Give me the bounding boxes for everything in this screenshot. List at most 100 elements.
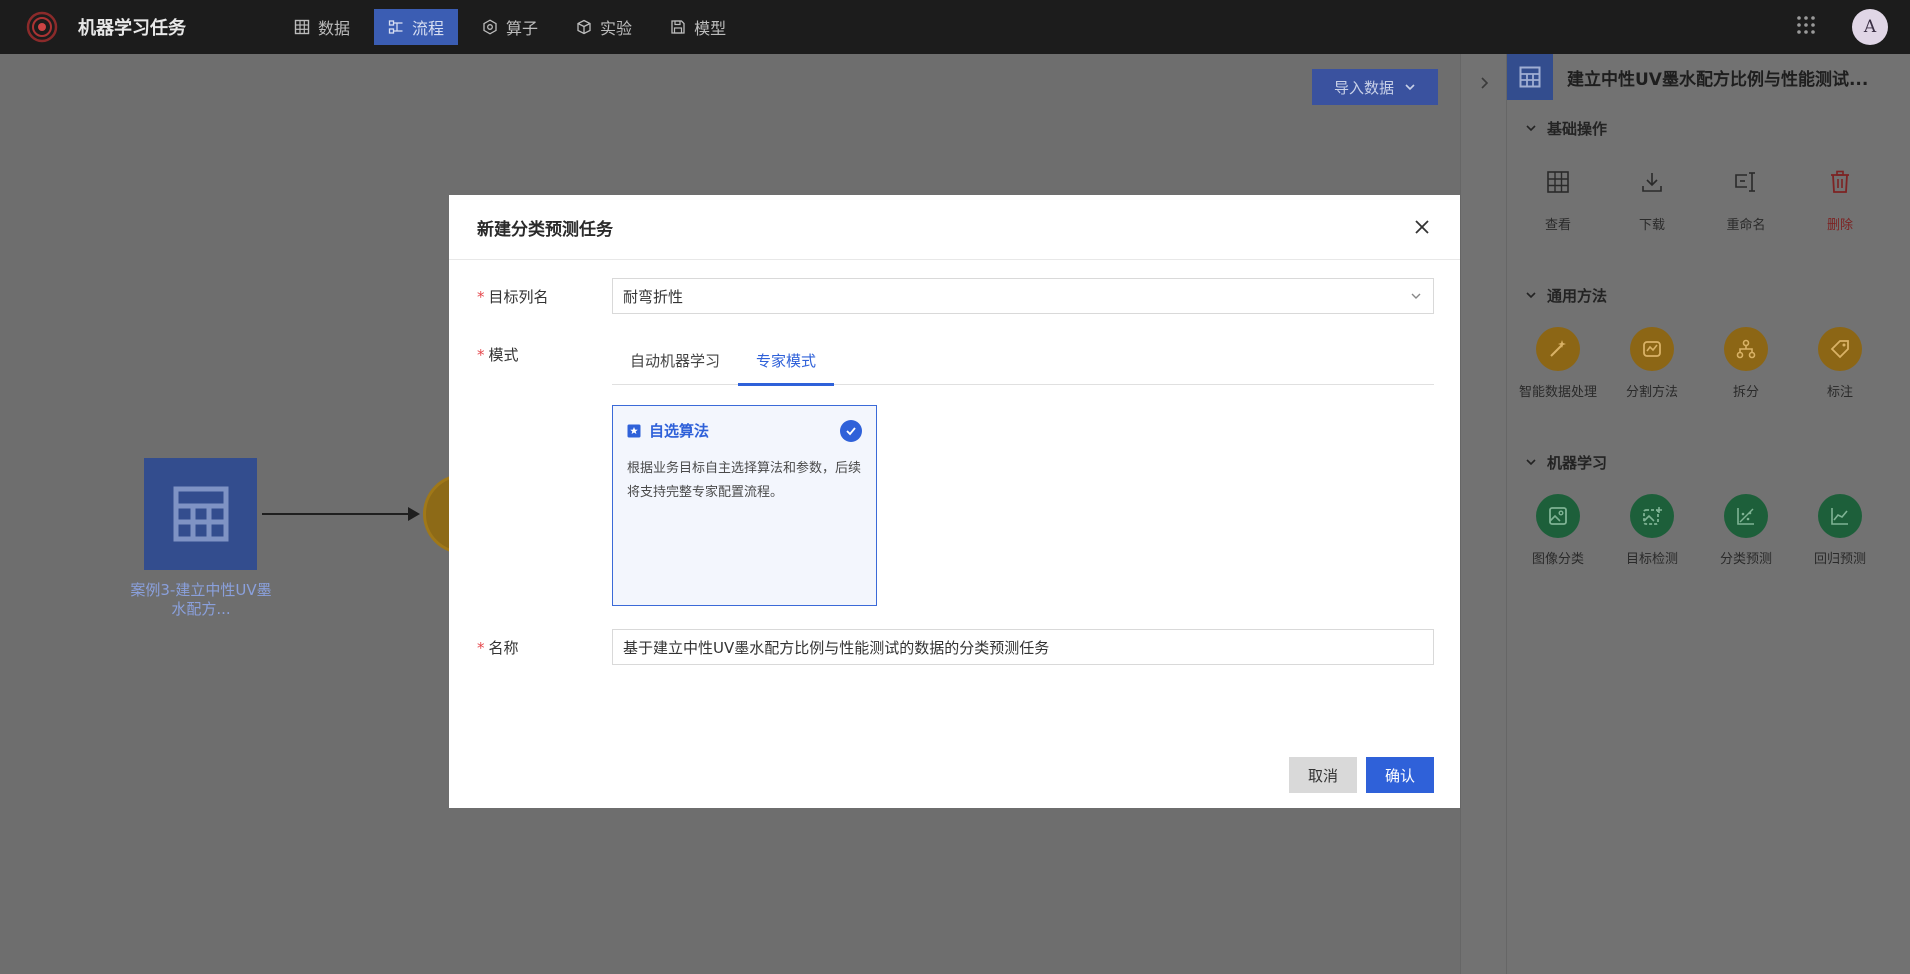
download-button[interactable]: 下载 — [1605, 160, 1699, 233]
confirm-button[interactable]: 确认 — [1366, 757, 1434, 793]
nav-item-operators[interactable]: 算子 — [468, 9, 552, 45]
nav-item-label: 流程 — [412, 19, 445, 38]
table-icon — [1536, 160, 1580, 204]
section-general-methods: 通用方法 智能数据处理 分割方法 拆分 标注 — [1519, 283, 1905, 400]
name-label: * 名称 — [477, 639, 519, 657]
dataset-node-label: 案例3-建立中性UV墨水配方... — [130, 581, 272, 618]
action-label: 目标检测 — [1625, 552, 1678, 567]
view-button[interactable]: 查看 — [1511, 160, 1605, 233]
section-header[interactable]: 基础操作 — [1525, 116, 1905, 140]
split-button[interactable]: 拆分 — [1699, 327, 1793, 400]
action-label: 删除 — [1826, 218, 1853, 233]
target-column-select[interactable]: 耐弯折性 — [612, 278, 1434, 314]
regression-prediction-button[interactable]: 回归预测 — [1793, 494, 1887, 567]
action-label: 拆分 — [1732, 385, 1759, 400]
table-icon — [294, 19, 310, 35]
action-label: 分割方法 — [1625, 385, 1678, 400]
import-data-label: 导入数据 — [1333, 78, 1394, 97]
nav-item-label: 数据 — [318, 19, 351, 38]
target-column-label: * 目标列名 — [477, 288, 549, 306]
required-mark: * — [477, 346, 485, 364]
line-chart-icon — [1818, 494, 1862, 538]
target-column-value: 耐弯折性 — [623, 287, 684, 306]
right-panel: 建立中性UV墨水配方比例与性能测试... 基础操作 查看 下载 重命名 删除 通… — [1460, 54, 1910, 974]
magic-wand-icon — [1536, 327, 1580, 371]
rename-button[interactable]: 重命名 — [1699, 160, 1793, 233]
action-label: 回归预测 — [1813, 552, 1866, 567]
panel-title: 建立中性UV墨水配方比例与性能测试... — [1567, 69, 1869, 90]
segmentation-method-button[interactable]: 分割方法 — [1605, 327, 1699, 400]
smart-data-processing-button[interactable]: 智能数据处理 — [1511, 327, 1605, 400]
modal-header: 新建分类预测任务 — [449, 195, 1460, 260]
tab-automl[interactable]: 自动机器学习 — [612, 335, 738, 385]
top-right-tools: A — [1796, 0, 1910, 54]
card-title: 自选算法 — [649, 422, 710, 440]
card-header: 自选算法 — [627, 420, 862, 441]
required-mark: * — [477, 639, 485, 657]
chevron-down-icon — [1526, 292, 1536, 299]
chevron-down-icon — [1526, 125, 1536, 132]
nav-item-flow[interactable]: 流程 — [374, 9, 459, 45]
action-label: 图像分类 — [1531, 552, 1584, 567]
action-label: 分类预测 — [1719, 552, 1772, 567]
action-label: 查看 — [1544, 218, 1571, 233]
annotate-button[interactable]: 标注 — [1793, 327, 1887, 400]
task-name-input[interactable] — [612, 629, 1434, 665]
mode-tabs: 自动机器学习 专家模式 — [612, 335, 1434, 386]
section-header[interactable]: 通用方法 — [1525, 283, 1905, 307]
image-plus-icon — [1630, 494, 1674, 538]
panel-header: 建立中性UV墨水配方比例与性能测试... — [1507, 54, 1910, 100]
nav-item-label: 模型 — [694, 19, 727, 38]
image-classification-button[interactable]: 图像分类 — [1511, 494, 1605, 567]
chevron-down-icon — [1411, 293, 1421, 299]
mode-label: * 模式 — [477, 346, 519, 364]
import-data-button[interactable]: 导入数据 — [1312, 69, 1438, 105]
section-title: 基础操作 — [1547, 119, 1608, 138]
section-title: 通用方法 — [1547, 286, 1608, 305]
section-header[interactable]: 机器学习 — [1525, 450, 1905, 474]
rename-icon — [1724, 160, 1768, 204]
classification-prediction-button[interactable]: 分类预测 — [1699, 494, 1793, 567]
action-label: 智能数据处理 — [1518, 385, 1597, 400]
section-machine-learning: 机器学习 图像分类 目标检测 分类预测 回归预测 — [1525, 450, 1905, 567]
chevron-down-icon — [1405, 84, 1415, 91]
nav-item-model[interactable]: 模型 — [656, 9, 740, 45]
tag-icon — [1818, 327, 1862, 371]
card-description: 根据业务目标自主选择算法和参数，后续将支持完整专家配置流程。 — [627, 461, 862, 500]
section-title: 机器学习 — [1547, 453, 1608, 472]
action-label: 重命名 — [1726, 218, 1766, 233]
top-bar: 机器学习任务 数据 流程 算子 实验 模型 A — [0, 0, 1910, 54]
table-icon — [173, 486, 228, 542]
main-nav: 数据 流程 算子 实验 模型 — [280, 0, 750, 54]
chevron-down-icon — [1526, 459, 1536, 466]
section-basic-ops: 基础操作 查看 下载 重命名 删除 — [1525, 116, 1905, 233]
flow-edge — [262, 513, 412, 515]
delete-button[interactable]: 删除 — [1793, 160, 1887, 233]
modal-title: 新建分类预测任务 — [477, 219, 613, 240]
apps-grid-icon[interactable] — [1796, 15, 1816, 39]
save-icon — [671, 20, 685, 34]
arrow-head-icon — [408, 507, 420, 521]
scatter-icon — [1724, 494, 1768, 538]
custom-algorithm-card[interactable]: 自选算法 根据业务目标自主选择算法和参数，后续将支持完整专家配置流程。 — [612, 405, 877, 606]
object-detection-button[interactable]: 目标检测 — [1605, 494, 1699, 567]
close-icon[interactable] — [1412, 217, 1432, 237]
map-icon — [1630, 327, 1674, 371]
nav-item-data[interactable]: 数据 — [280, 9, 364, 45]
panel-collapse-button[interactable] — [1461, 54, 1507, 974]
nav-item-label: 实验 — [600, 19, 633, 38]
chevron-right-icon — [1480, 77, 1488, 89]
cancel-button[interactable]: 取消 — [1289, 757, 1357, 793]
avatar[interactable]: A — [1852, 9, 1888, 45]
download-icon — [1630, 160, 1674, 204]
cube-icon — [577, 19, 591, 35]
app-logo-icon[interactable] — [22, 7, 62, 47]
dataset-node[interactable] — [144, 458, 257, 570]
action-label: 标注 — [1826, 385, 1853, 400]
image-icon — [1536, 494, 1580, 538]
flow-icon — [388, 20, 403, 34]
tab-expert-mode[interactable]: 专家模式 — [738, 335, 835, 386]
nav-item-label: 算子 — [506, 19, 539, 38]
nav-item-experiment[interactable]: 实验 — [562, 9, 646, 45]
action-label: 下载 — [1638, 218, 1665, 233]
